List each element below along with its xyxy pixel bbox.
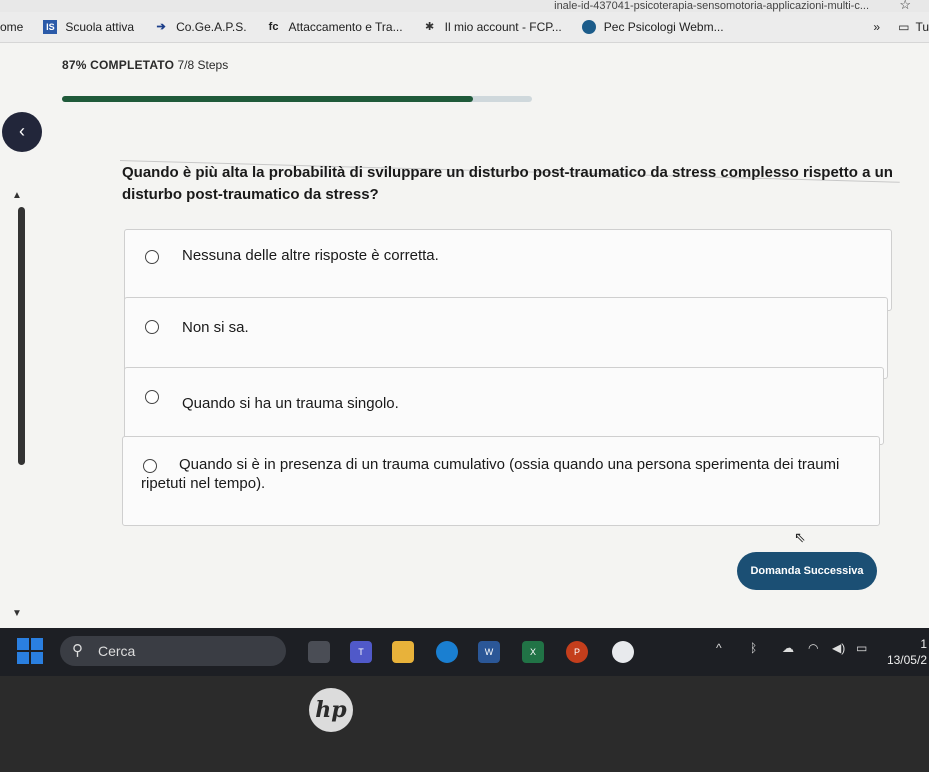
progress-text: 87% COMPLETATO 7/8 Steps [62,58,228,72]
powerpoint-icon[interactable]: P [566,641,588,663]
search-icon: ⚲ [72,642,83,659]
answer-option-3[interactable]: Quando si ha un trauma singolo. [124,367,884,445]
clock-time: 1 [920,637,927,651]
progress-steps-label: 7/8 Steps [177,58,229,72]
tool-icon: ✱ [425,21,435,33]
radio-button[interactable] [145,320,159,334]
chevron-left-icon: ‹ [19,121,25,141]
bookmark-fcp-account[interactable]: ✱ Il mio account - FCP... [423,20,562,34]
bluetooth-icon[interactable]: ᛒ [750,641,757,655]
windows-start-icon[interactable] [17,638,43,664]
bookmark-star-icon[interactable]: ☆ [899,0,911,11]
taskbar-clock[interactable]: 1 13/05/2 [887,636,927,668]
taskbar-search-input[interactable]: ⚲ Cerca [60,636,286,666]
radio-button[interactable] [145,250,159,264]
scrollbar-thumb[interactable] [18,207,25,465]
laptop-bezel [0,676,929,772]
address-bar[interactable]: inale-id-437041-psicoterapia-sensomotori… [0,0,929,12]
search-placeholder: Cerca [98,643,136,659]
radio-button[interactable] [145,390,159,404]
clock-date: 13/05/2 [886,653,927,667]
option-label: Nessuna delle altre risposte è corretta. [182,247,439,264]
volume-icon[interactable]: ◀) [832,641,845,655]
bookmark-attaccamento[interactable]: fc Attaccamento e Tra... [267,20,403,34]
battery-icon[interactable]: ▭ [856,641,867,655]
chrome-icon[interactable] [612,641,634,663]
excel-icon[interactable]: X [522,641,544,663]
bookmark-label: Pec Psicologi Webm... [603,20,724,34]
bookmark-label: ome [0,20,24,34]
bookmark-pec[interactable]: Pec Psicologi Webm... [581,20,724,34]
pec-icon [581,20,596,34]
progress-percent-label: 87% COMPLETATO [62,58,175,72]
cloud-icon[interactable]: ☁ [782,641,794,655]
next-question-button[interactable]: Domanda Successiva [737,552,877,590]
edge-browser-icon[interactable] [436,641,458,663]
fc-logo-icon: fc [268,21,279,33]
option-label: Quando si ha un trauma singolo. [182,395,399,412]
option-label: Non si sa. [182,319,249,336]
task-view-icon[interactable] [308,641,330,663]
cogeaps-icon: ➔ [156,21,166,33]
option-label: Quando si è in presenza di un trauma cum… [141,456,840,492]
is-logo-icon: IS [43,20,58,34]
bookmark-cogeaps[interactable]: ➔ Co.Ge.A.P.S. [154,20,246,34]
answer-option-4[interactable]: Quando si è in presenza di un trauma cum… [122,436,880,526]
mouse-cursor-icon: ⇖ [794,529,806,545]
progress-area: 87% COMPLETATO 7/8 Steps [62,58,532,102]
windows-taskbar: ⚲ Cerca T W X P ^ ᛒ ☁ ◠ ◀) ▭ 1 13/05/2 [0,628,929,676]
bookmark-label: Attaccamento e Tra... [288,20,403,34]
question-text: Quando è più alta la probabilità di svil… [122,164,893,203]
bookmark-label: Co.Ge.A.P.S. [176,20,247,34]
word-icon[interactable]: W [478,641,500,663]
browser-screen: inale-id-437041-psicoterapia-sensomotori… [0,0,929,628]
url-text: inale-id-437041-psicoterapia-sensomotori… [554,0,869,12]
scroll-up-arrow-icon[interactable]: ▲ [12,190,22,201]
more-bookmarks-button[interactable]: » [873,20,880,34]
folder-icon[interactable]: ▭ [898,20,909,34]
back-button[interactable]: ‹ [2,112,42,152]
bookmark-home[interactable]: ome [0,20,23,34]
bookmark-label: Il mio account - FCP... [444,20,562,34]
hp-logo: hp [309,688,353,732]
bookmark-label: Scuola attiva [65,20,135,34]
progress-bar-fill [62,96,474,102]
folder-label[interactable]: Tu [915,20,929,34]
teams-icon[interactable]: T [350,641,372,663]
tray-chevron-up-icon[interactable]: ^ [716,641,722,655]
wifi-icon[interactable]: ◠ [808,641,818,655]
file-explorer-icon[interactable] [392,641,414,663]
scroll-down-arrow-icon[interactable]: ▼ [12,608,22,619]
bookmark-scuola-attiva[interactable]: IS Scuola attiva [43,20,134,34]
progress-bar [62,96,532,102]
bookmarks-bar: ome IS Scuola attiva ➔ Co.Ge.A.P.S. fc A… [0,12,929,43]
